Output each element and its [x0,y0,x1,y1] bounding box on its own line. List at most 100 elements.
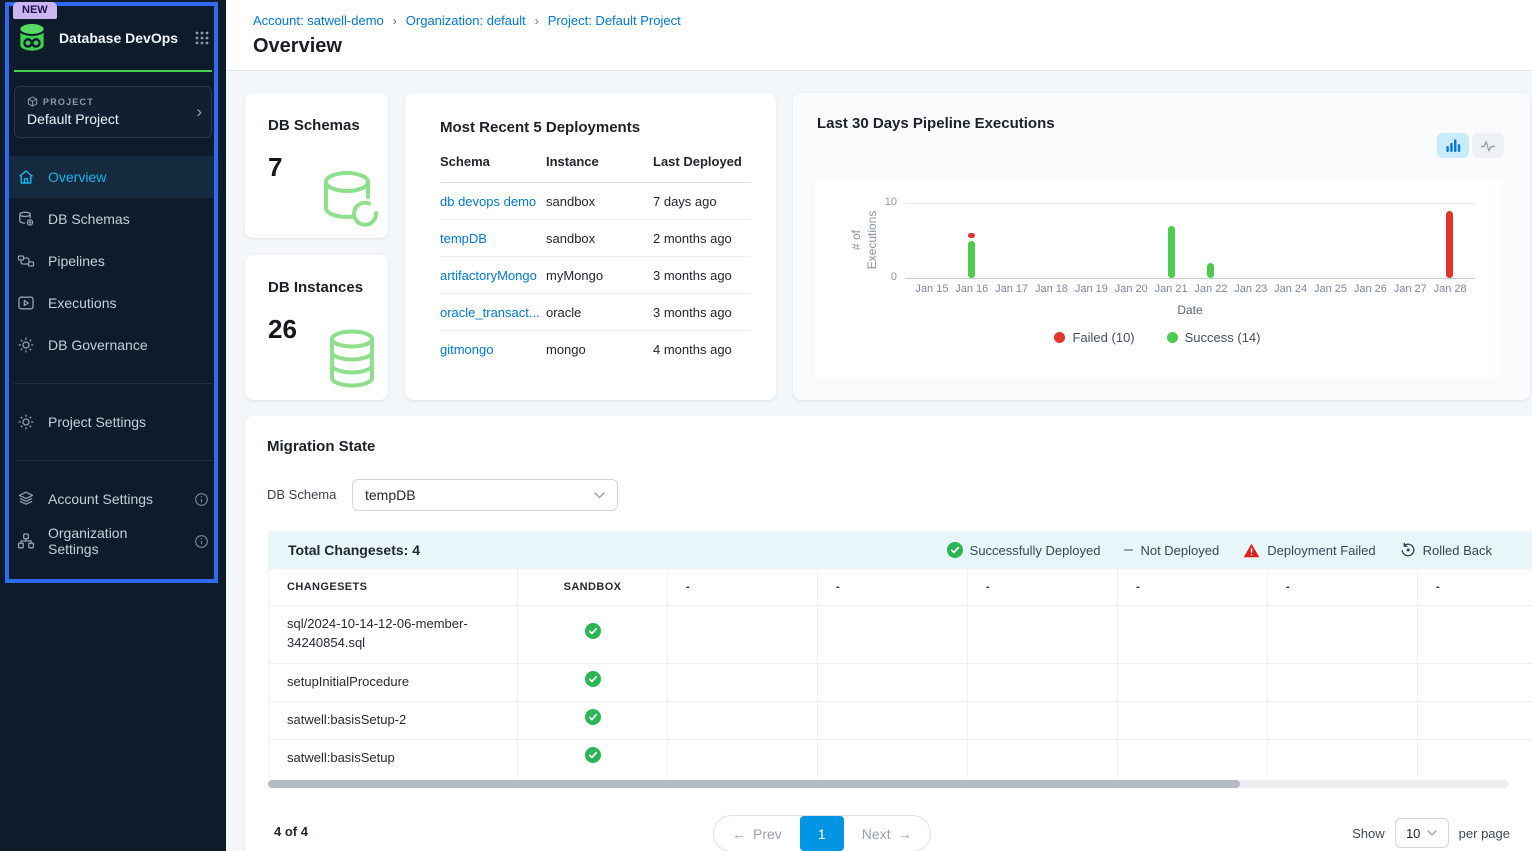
instance-cell: sandbox [546,183,653,220]
sidebar-item-label: Pipelines [48,253,105,269]
sidebar-item-db-schemas[interactable]: DB Schemas [7,198,219,240]
sidebar-item-pipelines[interactable]: Pipelines [7,240,219,282]
sandbox-status-cell [518,605,668,663]
legend-label: Deployment Failed [1267,543,1375,558]
legend-item-success[interactable]: Success (14) [1167,330,1261,345]
sidebar-item-organization-settings[interactable]: Organization Settings [7,520,219,562]
deployments-table: Schema Instance Last Deployed db devops … [440,154,751,368]
sidebar-item-db-governance[interactable]: DB Governance [7,324,219,366]
breadcrumb-organization[interactable]: Organization: default [406,13,526,28]
sidebar-item-label: Organization Settings [48,525,181,557]
chart-title: Last 30 Days Pipeline Executions [817,115,1055,132]
x-tick: Jan 19 [1071,283,1111,295]
chart-bar [1446,211,1453,279]
schema-link[interactable]: db devops demo [440,183,546,220]
sidebar-item-label: Project Settings [48,414,146,430]
project-selector[interactable]: PROJECT Default Project › [14,86,212,138]
next-page-button[interactable]: Next → [844,816,930,851]
changeset-row: sql/2024-10-14-12-06-member-34240854.sql [269,605,1532,663]
database-devops-logo [14,20,50,56]
column-header-instance: Instance [546,154,653,183]
page-1-button[interactable]: 1 [800,816,844,851]
app-grid-icon[interactable] [194,30,210,46]
pagination: ← Prev 1 Next → [713,815,931,851]
legend-label: Failed (10) [1072,330,1134,345]
recent-deployments-card: Most Recent 5 Deployments Schema Instanc… [405,93,776,400]
column-header-schema: Schema [440,154,546,183]
horizontal-scrollbar-thumb[interactable] [268,780,1240,788]
row-count-label: 4 of 4 [274,824,308,839]
db-schemas-icon [17,210,35,228]
x-tick: Jan 17 [992,283,1032,295]
changeset-name: satwell:basisSetup-2 [269,701,518,739]
x-tick: Jan 16 [952,283,992,295]
changeset-name: satwell:basisSetup [269,739,518,777]
instance-cell: oracle [546,294,653,331]
x-tick: Jan 21 [1151,283,1191,295]
sidebar-item-overview[interactable]: Overview [7,156,219,198]
new-badge: NEW [13,2,57,19]
changesets-table-wrap: CHANGESETS SANDBOX - - - - - - [268,569,1532,777]
db-schema-select[interactable]: tempDB [352,479,618,511]
breadcrumb-project[interactable]: Project: Default Project [548,13,681,28]
info-icon[interactable] [194,534,209,549]
schema-link[interactable]: gitmongo [440,331,546,368]
info-icon[interactable] [194,492,209,507]
last-deployed-cell: 4 months ago [653,331,751,368]
db-schemas-card[interactable]: DB Schemas 7 [245,93,388,238]
breadcrumb-separator: › [535,14,539,28]
legend-label: Not Deployed [1140,543,1219,558]
x-axis-title: Date [905,303,1475,317]
db-instances-card[interactable]: DB Instances 26 [245,255,388,400]
sidebar-divider [14,460,212,461]
gear-icon [17,336,35,354]
page-size-value: 10 [1406,826,1420,841]
legend-label: Successfully Deployed [970,543,1101,558]
gridline-10 [905,203,1475,204]
legend-item-failed[interactable]: Failed (10) [1054,330,1134,345]
chevron-right-icon: › [196,102,202,122]
column-header-sandbox: SANDBOX [518,569,668,605]
chart-legend: Failed (10) Success (14) [815,330,1500,345]
deployment-row: db devops demo sandbox 7 days ago [440,183,751,220]
schema-link[interactable]: oracle_transact... [440,294,546,331]
app-window: NEW Database DevOps [0,0,1532,851]
next-label: Next [862,826,891,842]
breadcrumb-account[interactable]: Account: satwell-demo [253,13,384,28]
per-page-label: per page [1459,826,1510,841]
schema-link[interactable]: artifactoryMongo [440,257,546,294]
sidebar: NEW Database DevOps [0,0,226,851]
x-tick: Jan 20 [1111,283,1151,295]
sidebar-item-label: Account Settings [48,491,153,507]
sidebar-item-label: DB Governance [48,337,148,353]
changeset-row: satwell:basisSetup-2 [269,701,1532,739]
instance-cell: myMongo [546,257,653,294]
legend-successfully-deployed: Successfully Deployed [947,542,1101,558]
migration-title: Migration State [267,438,375,455]
chart-bar [968,241,975,279]
chart-bar [968,233,975,238]
db-schema-selected-value: tempDB [365,487,416,503]
database-stack-icon [318,327,382,396]
bar-chart-toggle[interactable] [1437,133,1469,158]
sidebar-item-label: DB Schemas [48,211,130,227]
y-axis-label: # of Executions [825,200,905,280]
column-header-empty: - [668,569,818,605]
page-header: Account: satwell-demo › Organization: de… [226,0,1532,71]
chart-type-toggle [1437,133,1504,158]
page-title: Overview [253,35,1532,58]
sandbox-status-cell [518,739,668,777]
prev-page-button[interactable]: ← Prev [714,816,800,851]
page-size-select[interactable]: 10 [1395,818,1449,848]
line-chart-toggle[interactable] [1472,133,1504,158]
column-header-empty: - [1268,569,1418,605]
schema-link[interactable]: tempDB [440,220,546,257]
x-tick: Jan 27 [1390,283,1430,295]
sidebar-item-project-settings[interactable]: Project Settings [7,401,219,443]
sidebar-item-executions[interactable]: Executions [7,282,219,324]
prev-label: Prev [753,826,782,842]
horizontal-scrollbar-track[interactable] [268,780,1509,788]
check-circle-icon [585,747,601,763]
executions-icon [17,294,35,312]
sidebar-item-account-settings[interactable]: Account Settings [7,478,219,520]
